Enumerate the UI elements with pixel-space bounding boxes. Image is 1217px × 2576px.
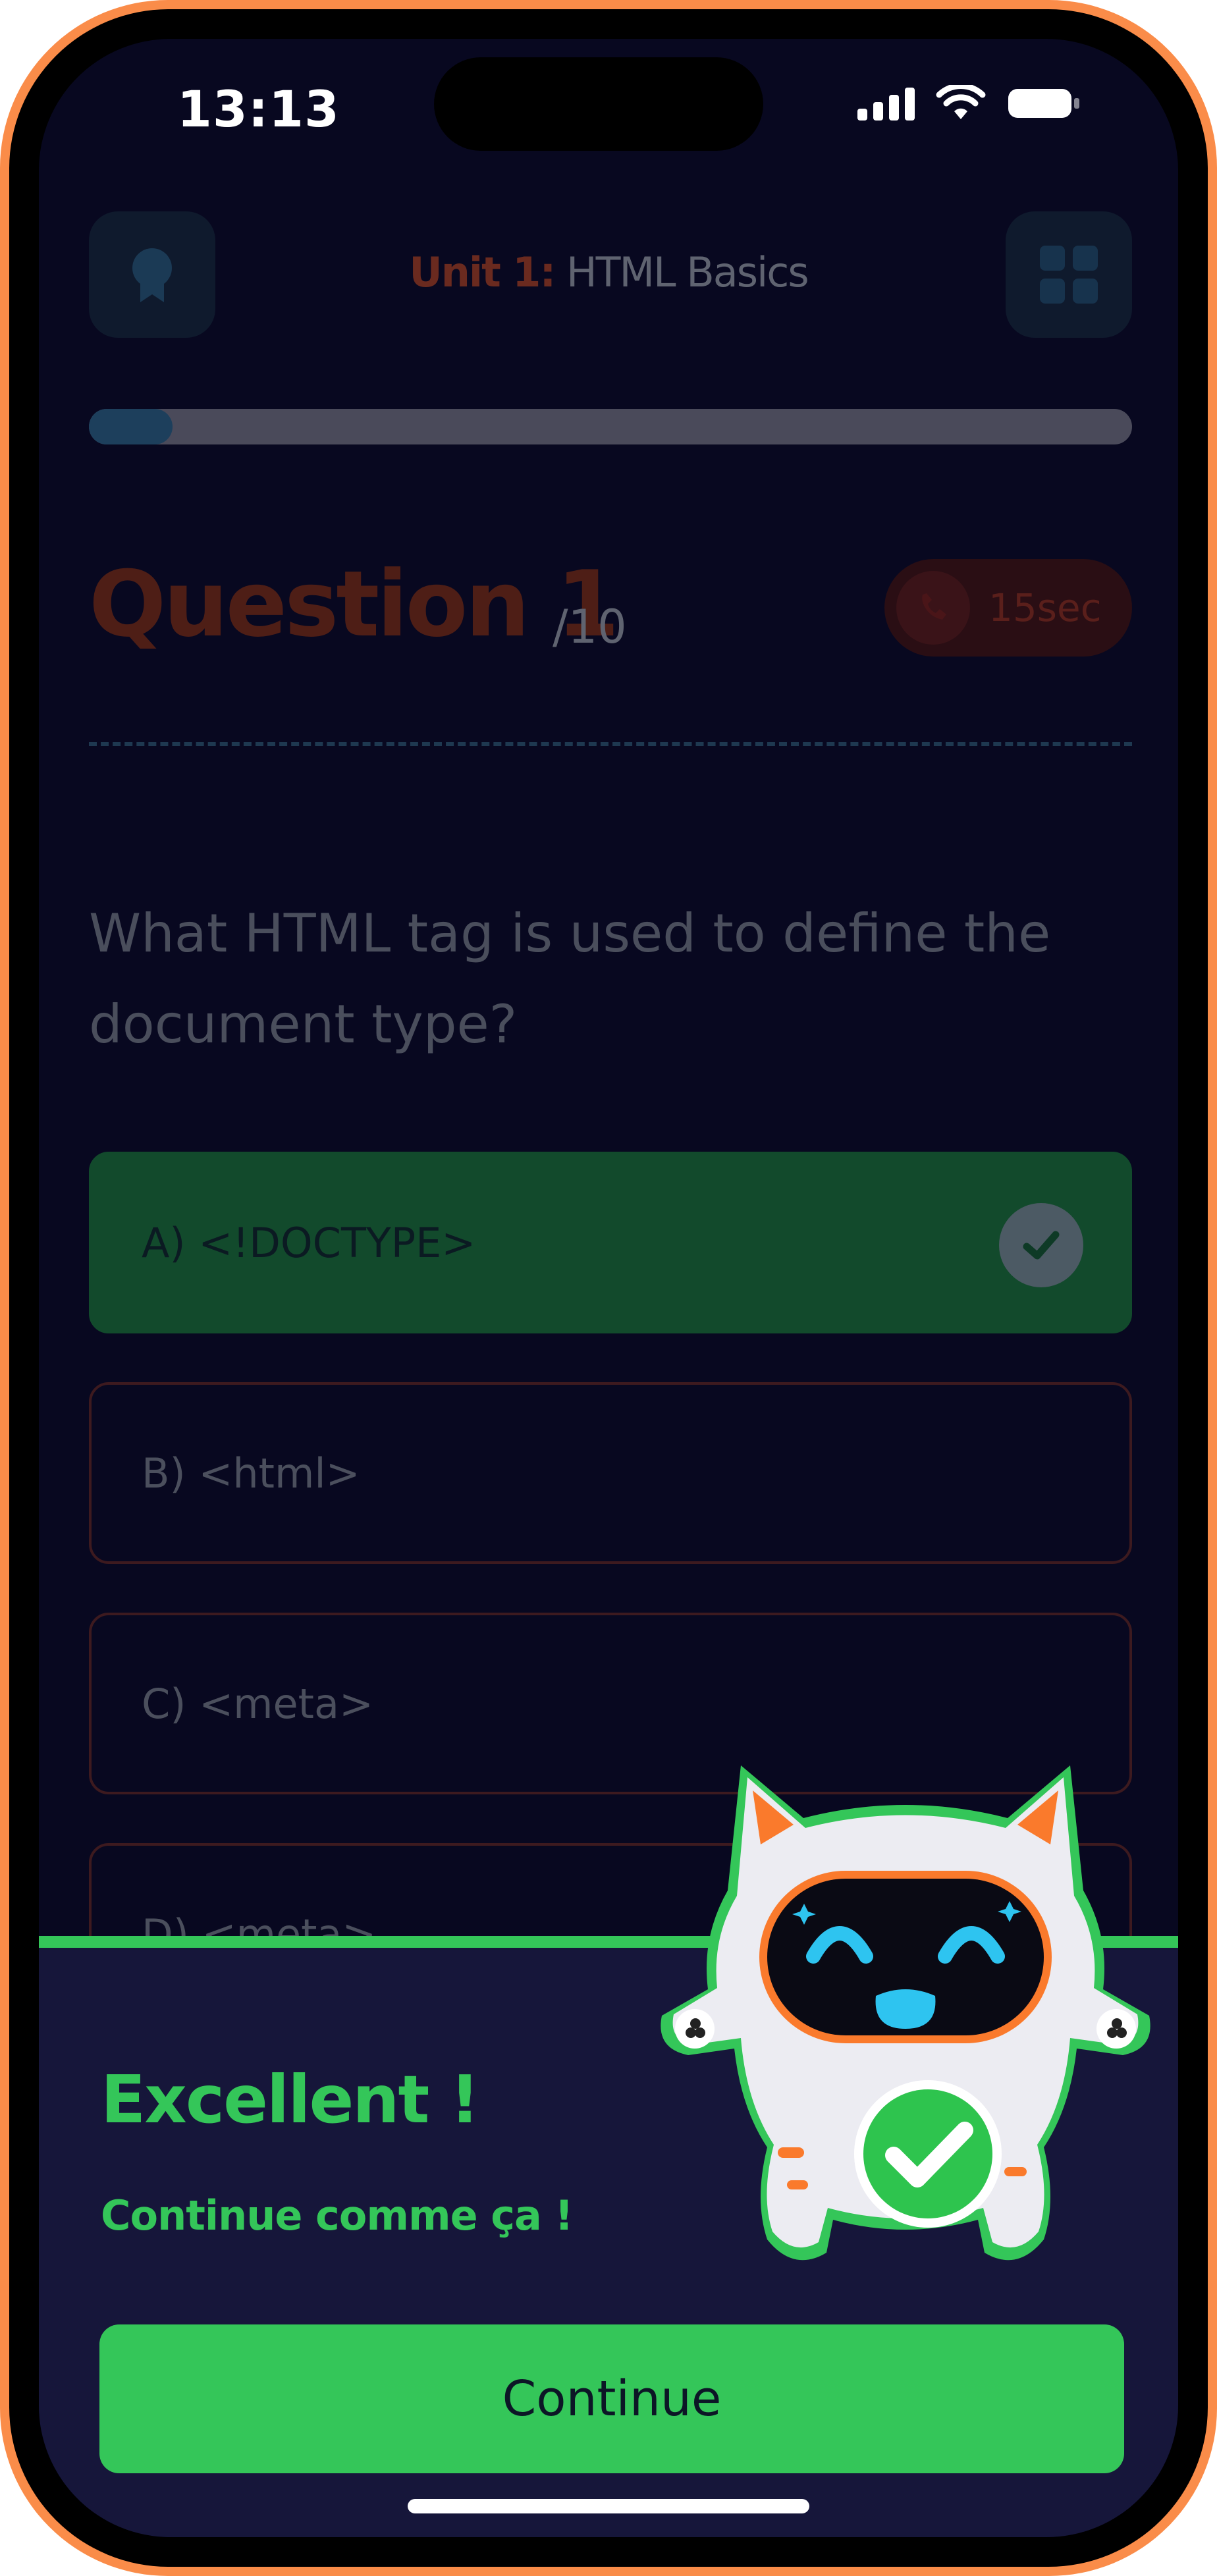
continue-button[interactable]: Continue bbox=[99, 2324, 1124, 2473]
timer-icon bbox=[922, 593, 946, 620]
grid-icon bbox=[1040, 246, 1098, 304]
option-c-label: C) <meta> bbox=[142, 1679, 373, 1728]
timer-text: 15sec bbox=[988, 585, 1102, 630]
option-a[interactable]: A) <!DOCTYPE> bbox=[89, 1152, 1132, 1333]
option-b[interactable]: B) <html> bbox=[89, 1382, 1132, 1564]
question-total: /10 bbox=[553, 600, 627, 654]
feedback-subtitle: Continue comme ça ! bbox=[101, 2191, 574, 2240]
option-b-label: B) <html> bbox=[142, 1449, 360, 1497]
home-indicator[interactable] bbox=[408, 2499, 809, 2513]
app-screen: 13:13 Unit 1: HTML Basics Question 1 /10… bbox=[39, 39, 1178, 2537]
question-text: What HTML tag is used to define the docu… bbox=[89, 903, 1051, 1055]
feedback-title: Excellent ! bbox=[101, 2061, 480, 2138]
timer-icon-circle bbox=[896, 571, 970, 645]
unit-title: HTML Basics bbox=[566, 248, 809, 296]
option-a-label: A) <!DOCTYPE> bbox=[142, 1218, 476, 1267]
progress-bar bbox=[89, 409, 1132, 444]
question-title: Question 1 bbox=[89, 551, 620, 657]
unit-label: Unit 1: bbox=[409, 248, 556, 296]
menu-grid-button[interactable] bbox=[1006, 211, 1132, 338]
question-divider bbox=[89, 742, 1132, 746]
check-icon bbox=[999, 1203, 1083, 1287]
timer-badge: 15sec bbox=[884, 559, 1132, 657]
progress-fill bbox=[89, 409, 173, 444]
robot-cat-mascot bbox=[661, 1765, 1150, 2261]
